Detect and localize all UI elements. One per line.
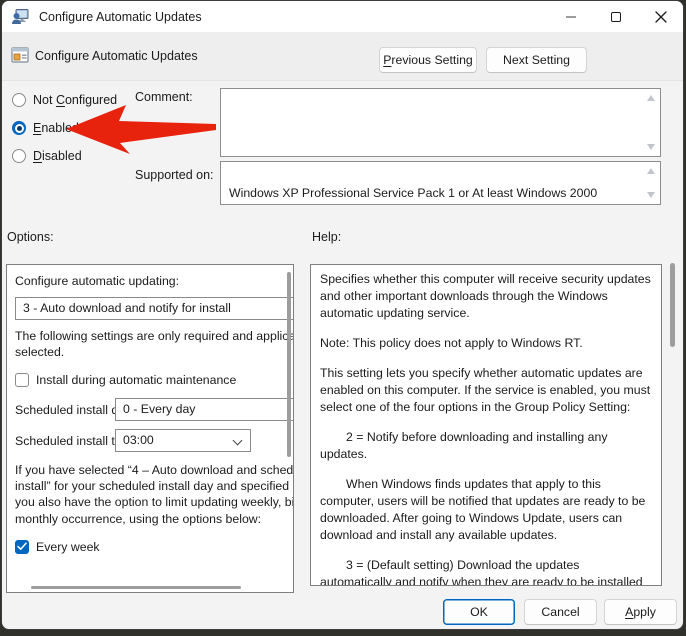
configure-automatic-updates-dialog: Configure Automatic Updates Configure Au… [1,0,684,630]
options-label: Options: [7,230,54,244]
scheduled-install-time-dropdown[interactable]: 03:00 [115,428,251,452]
minimize-icon [565,15,576,18]
minimize-button[interactable] [548,1,593,32]
supported-on-label: Supported on: [135,168,214,182]
scroll-down-icon[interactable] [647,192,655,198]
scroll-down-icon[interactable] [647,144,655,150]
configure-updating-label: Configure automatic updating: [15,274,180,288]
options-panel: Configure automatic updating: 3 - Auto d… [6,264,294,593]
comment-textarea[interactable] [220,88,661,157]
policy-setting-icon [11,47,29,63]
previous-setting-button[interactable]: Previous Setting [379,47,477,73]
scroll-up-icon[interactable] [647,168,655,174]
help-paragraph: Note: This policy does not apply to Wind… [320,335,583,350]
radio-icon [12,93,26,107]
next-setting-button[interactable]: Next Setting [486,47,587,73]
configure-updating-dropdown[interactable]: 3 - Auto download and notify for install [15,297,293,321]
options-horizontal-scrollbar[interactable] [31,586,241,589]
checkbox-unchecked-icon [15,372,29,387]
help-paragraph: When Windows finds updates that apply to… [320,476,646,542]
help-paragraph: 2 = Notify before downloading and instal… [320,429,608,461]
close-icon [654,10,667,23]
group-policy-user-monitor-icon [12,8,29,24]
options-note-2: If you have selected “4 – Auto download … [15,462,294,526]
close-button[interactable] [638,1,683,32]
options-vertical-scrollbar[interactable] [287,272,291,457]
help-paragraph: 3 = (Default setting) Download the updat… [320,557,643,586]
help-paragraph: This setting lets you specify whether au… [320,365,651,414]
cancel-button[interactable]: Cancel [524,599,597,625]
help-paragraph: Specifies whether this computer will rec… [320,272,651,320]
radio-icon [12,149,26,163]
maximize-button[interactable] [593,1,638,32]
help-panel: Specifies whether this computer will rec… [310,264,662,586]
every-week-checkbox[interactable]: Every week [15,539,293,555]
install-during-maintenance-checkbox[interactable]: Install during automatic maintenance [15,372,293,388]
scheduled-install-day-dropdown[interactable]: 0 - Every day [115,397,293,421]
maximize-icon [610,11,621,22]
chevron-down-icon [232,435,243,446]
scroll-up-icon[interactable] [647,95,655,101]
help-text: Specifies whether this computer will rec… [320,271,654,586]
comment-label: Comment: [135,90,193,104]
apply-button[interactable]: Apply [604,599,677,625]
ok-button[interactable]: OK [443,599,515,625]
radio-selected-icon [12,121,26,135]
red-arrow-annotation-icon [66,105,216,154]
titlebar[interactable]: Configure Automatic Updates [2,1,683,32]
supported-on-textarea[interactable]: Windows XP Professional Service Pack 1 o… [220,161,661,205]
setting-title: Configure Automatic Updates [35,49,198,63]
help-label: Help: [312,230,342,244]
setting-header: Configure Automatic Updates Previous Set… [2,32,683,81]
checkbox-checked-icon [15,539,29,554]
options-note-1: The following settings are only required… [15,329,293,360]
window-title: Configure Automatic Updates [39,9,202,24]
help-vertical-scrollbar[interactable] [670,263,675,347]
